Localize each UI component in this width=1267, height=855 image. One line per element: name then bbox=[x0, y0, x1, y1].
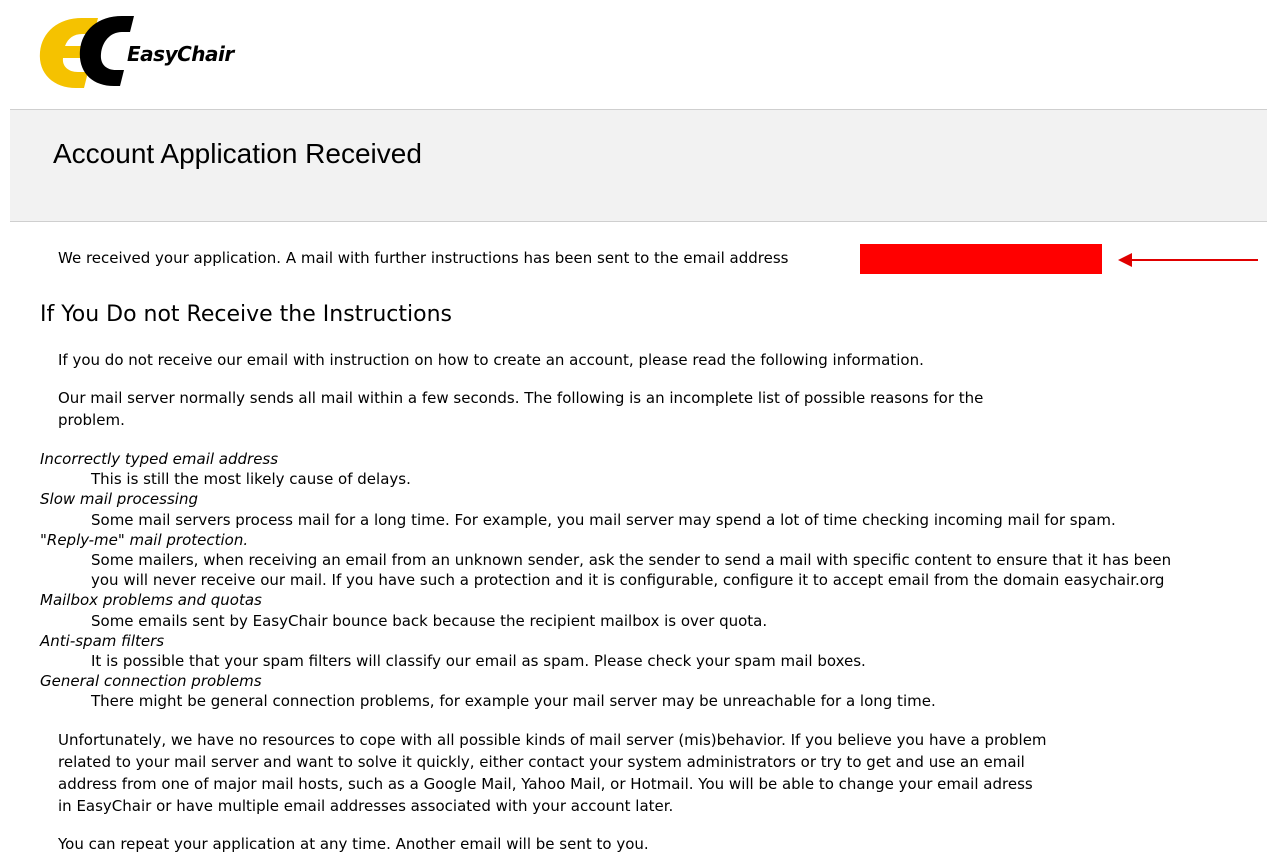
reason-desc: Some mailers, when receiving an email fr… bbox=[91, 551, 1172, 570]
easychair-logo[interactable]: EasyChair bbox=[36, 14, 296, 90]
intro-paragraph: If you do not receive our email with ins… bbox=[58, 351, 924, 369]
unfortunately-line: address from one of major mail hosts, su… bbox=[58, 775, 1033, 793]
reason-term: Anti-spam filters bbox=[40, 631, 165, 650]
unfortunately-line: Unfortunately, we have no resources to c… bbox=[58, 731, 1047, 749]
reason-term: Slow mail processing bbox=[40, 490, 198, 509]
reasons-list: Incorrectly typed email address This is … bbox=[40, 449, 1171, 712]
logo-text: EasyChair bbox=[127, 42, 234, 66]
unfortunately-line: in EasyChair or have multiple email addr… bbox=[58, 797, 674, 815]
redacted-email-address bbox=[860, 244, 1102, 274]
page-title: Account Application Received bbox=[53, 138, 422, 169]
reason-term: Mailbox problems and quotas bbox=[40, 591, 262, 610]
reason-desc: This is still the most likely cause of d… bbox=[91, 470, 411, 489]
unfortunately-paragraph: Unfortunately, we have no resources to c… bbox=[58, 729, 1047, 817]
section-heading: If You Do not Receive the Instructions bbox=[40, 302, 452, 327]
reason-desc: There might be general connection proble… bbox=[91, 692, 936, 711]
unfortunately-line: related to your mail server and want to … bbox=[58, 753, 1025, 771]
left-arrow-icon bbox=[1118, 253, 1258, 267]
reason-term: Incorrectly typed email address bbox=[40, 450, 279, 468]
reason-desc: you will never receive our mail. If you … bbox=[91, 571, 1165, 590]
server-paragraph-line: problem. bbox=[58, 411, 125, 429]
server-paragraph: Our mail server normally sends all mail … bbox=[58, 387, 983, 431]
reason-desc: It is possible that your spam filters wi… bbox=[91, 652, 866, 671]
title-band: Account Application Received bbox=[10, 109, 1267, 222]
reason-desc: Some mail servers process mail for a lon… bbox=[91, 510, 1116, 529]
reason-term: "Reply-me" mail protection. bbox=[40, 530, 249, 549]
received-message: We received your application. A mail wit… bbox=[58, 249, 789, 267]
reason-term: General connection problems bbox=[40, 672, 262, 691]
reason-desc: Some emails sent by EasyChair bounce bac… bbox=[91, 611, 768, 630]
server-paragraph-line: Our mail server normally sends all mail … bbox=[58, 389, 984, 407]
